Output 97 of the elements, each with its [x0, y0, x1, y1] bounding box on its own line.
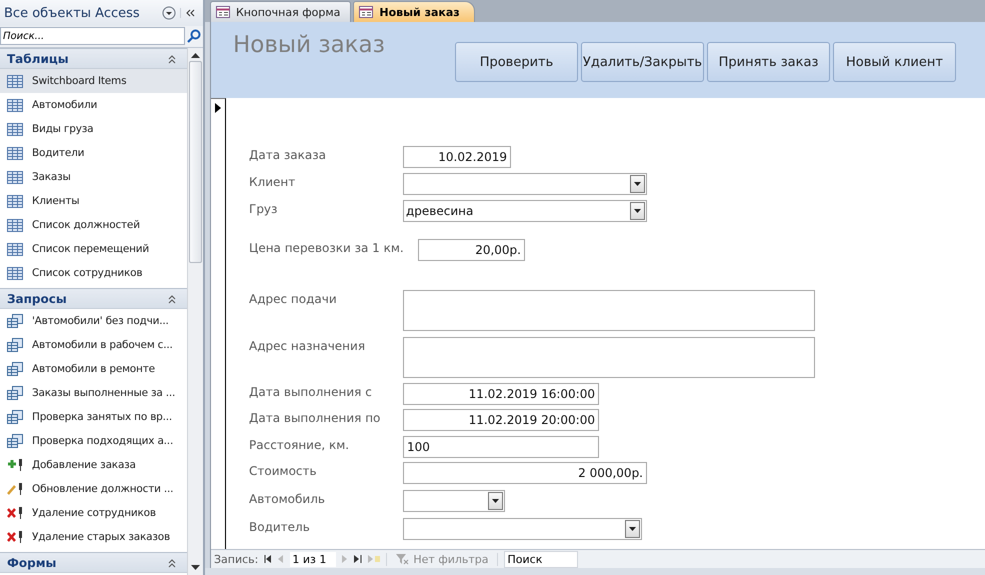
nav-item[interactable]: Удаление сотрудников — [0, 501, 187, 525]
table-icon — [7, 170, 23, 184]
document-tab[interactable]: Новый заказ — [353, 1, 475, 22]
field-label: Водитель — [249, 519, 311, 534]
delete-query-icon — [7, 506, 23, 520]
query-icon — [7, 386, 23, 400]
group-title: Таблицы — [7, 52, 69, 66]
dropdown-icon[interactable] — [630, 175, 645, 193]
text-field[interactable]: 100 — [403, 436, 599, 458]
table-icon — [7, 194, 23, 208]
search-field[interactable]: Поиск... — [0, 27, 186, 45]
field-label: Груз — [249, 201, 278, 216]
scroll-up-icon[interactable] — [191, 52, 200, 58]
table-icon — [7, 98, 23, 112]
record-label: Запись: — [214, 552, 258, 566]
text-field[interactable]: 20,00р. — [418, 239, 525, 261]
group-header[interactable]: Формы — [0, 552, 187, 573]
dropdown-icon[interactable] — [625, 520, 640, 538]
nav-item[interactable]: Автомобили в рабочем с... — [0, 333, 187, 357]
field-label: Расстояние, км. — [249, 437, 350, 452]
append-query-icon — [7, 458, 23, 472]
document-tab[interactable]: Кнопочная форма — [210, 1, 352, 22]
form-button[interactable]: Удалить/Закрыть — [581, 42, 704, 82]
chevron-icon[interactable] — [167, 54, 177, 64]
first-record-icon[interactable] — [264, 555, 272, 563]
nav-item[interactable]: Список сотрудников — [0, 261, 187, 285]
nav-item[interactable]: Список должностей — [0, 213, 187, 237]
nav-item[interactable]: 'Автомобили' без подчи... — [0, 309, 187, 333]
table-icon — [7, 218, 23, 232]
field-label: Автомобиль — [249, 491, 326, 506]
chevron-icon[interactable] — [167, 294, 177, 304]
scroll-down-icon[interactable] — [191, 565, 200, 571]
scroll-thumb[interactable] — [189, 61, 202, 263]
nav-item[interactable]: Заказы — [0, 165, 187, 189]
dropdown-icon[interactable] — [488, 492, 503, 510]
text-field[interactable]: 11.02.2019 16:00:00 — [403, 383, 599, 405]
query-icon — [7, 434, 23, 448]
table-icon — [7, 146, 23, 160]
nav-item[interactable]: Виды груза — [0, 117, 187, 141]
form-button[interactable]: Проверить — [455, 42, 578, 82]
search-icon[interactable] — [187, 29, 201, 43]
table-icon — [7, 242, 23, 256]
form-title: Новый заказ — [233, 32, 386, 58]
query-icon — [7, 338, 23, 352]
form-icon — [216, 6, 230, 18]
record-position-field[interactable]: 1 из 1 — [290, 552, 336, 566]
combo-box[interactable]: древесина — [403, 200, 647, 222]
search-field[interactable]: Поиск — [504, 550, 578, 568]
text-field[interactable]: 11.02.2019 20:00:00 — [403, 409, 599, 431]
delete-query-icon — [7, 530, 23, 544]
nav-item[interactable]: Обновление должности ... — [0, 477, 187, 501]
current-record-icon — [214, 103, 222, 113]
query-icon — [7, 410, 23, 424]
scrollbar[interactable] — [187, 48, 203, 575]
table-icon — [7, 74, 23, 88]
form-button[interactable]: Принять заказ — [707, 42, 830, 82]
field-label: Дата заказа — [249, 147, 327, 162]
chevron-icon[interactable] — [167, 558, 177, 568]
field-label: Дата выполнения с — [249, 384, 373, 399]
field-label: Адрес назначения — [249, 338, 366, 353]
form-icon — [359, 6, 374, 18]
filter-icon — [395, 553, 410, 565]
form-button[interactable]: Новый клиент — [833, 42, 956, 82]
nav-item[interactable]: Водители — [0, 141, 187, 165]
pane-title: Все объекты Access — [4, 6, 141, 20]
nav-item[interactable]: Клиенты — [0, 189, 187, 213]
text-field[interactable]: 10.02.2019 — [403, 146, 511, 168]
nav-item[interactable]: Проверка занятых по вр... — [0, 405, 187, 429]
dropdown-icon[interactable] — [162, 6, 176, 20]
nav-item[interactable]: Заказы выполненные за ... — [0, 381, 187, 405]
table-icon — [7, 266, 23, 280]
nav-item[interactable]: Автомобили в ремонте — [0, 357, 187, 381]
field-label: Стоимость — [249, 463, 318, 478]
nav-item[interactable]: Список перемещений — [0, 237, 187, 261]
last-record-icon[interactable] — [354, 555, 362, 563]
group-header[interactable]: Запросы — [0, 288, 187, 309]
filter-status: Нет фильтра — [413, 552, 489, 566]
field-label: Адрес подачи — [249, 291, 338, 306]
query-icon — [7, 314, 23, 328]
query-icon — [7, 362, 23, 376]
combo-box[interactable] — [403, 490, 505, 512]
field-label: Дата выполнения по — [249, 410, 382, 425]
nav-item[interactable]: Switchboard Items — [0, 69, 187, 93]
update-query-icon — [7, 482, 23, 496]
group-header[interactable]: Таблицы — [0, 48, 187, 69]
field-label: Клиент — [249, 174, 296, 189]
dropdown-icon[interactable] — [630, 202, 645, 220]
nav-item[interactable]: Удаление старых заказов — [0, 525, 187, 549]
record-selector[interactable] — [211, 98, 226, 549]
group-title: Запросы — [7, 292, 67, 306]
text-field[interactable]: 2 000,00р. — [403, 462, 647, 484]
nav-item[interactable]: Автомобили — [0, 93, 187, 117]
table-icon — [7, 122, 23, 136]
group-title: Формы — [7, 556, 56, 570]
field-label: Цена перевозки за 1 км. — [249, 240, 403, 255]
nav-item[interactable]: Проверка подходящих а... — [0, 429, 187, 453]
nav-item[interactable]: Добавление заказа — [0, 453, 187, 477]
